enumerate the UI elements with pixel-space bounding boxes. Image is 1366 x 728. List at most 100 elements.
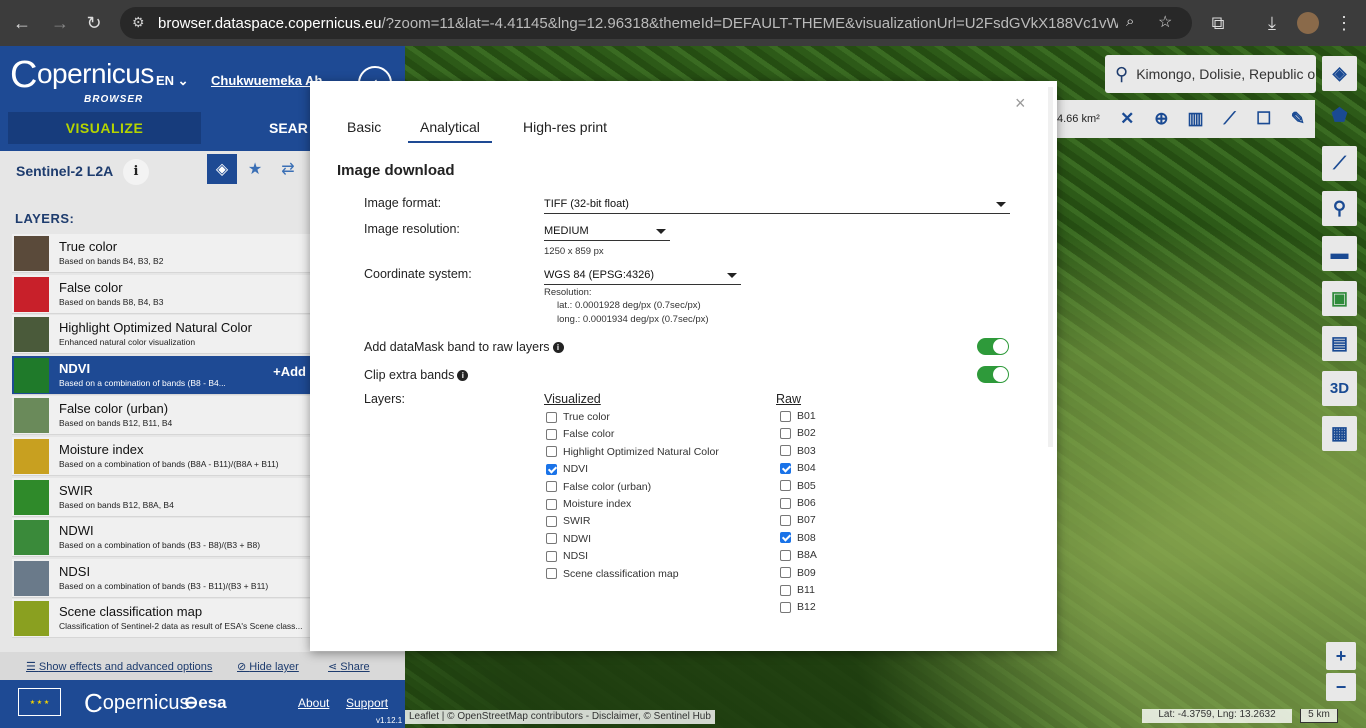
checkbox[interactable]	[780, 532, 791, 544]
back-icon[interactable]: ←	[10, 11, 34, 35]
ruler-icon[interactable]: ▬	[1322, 236, 1357, 271]
checkbox[interactable]	[546, 568, 557, 580]
marker-icon[interactable]: ⚲	[1322, 191, 1357, 226]
clear-icon[interactable]: ✕	[1110, 109, 1144, 129]
share-link[interactable]: ⋖ Share	[328, 660, 370, 673]
checkbox[interactable]	[780, 497, 791, 509]
language-select[interactable]: EN ⌄	[156, 73, 189, 89]
image-resolution-select[interactable]: MEDIUM	[544, 223, 670, 241]
tab-analytical[interactable]: Analytical	[408, 119, 492, 143]
zoom-out-button[interactable]: −	[1326, 673, 1356, 701]
checkbox[interactable]	[546, 515, 557, 527]
effects-link[interactable]: ☰ Show effects and advanced options	[26, 660, 212, 673]
modal-scrollbar[interactable]	[1048, 87, 1053, 447]
checkbox[interactable]	[546, 428, 557, 440]
coordinate-system-select[interactable]: WGS 84 (EPSG:4326)	[544, 267, 741, 285]
raw-checkbox[interactable]: B8A	[780, 549, 817, 561]
image-download-icon[interactable]: ▣	[1322, 281, 1357, 316]
layers-view-button[interactable]: ◈	[207, 154, 237, 184]
checkbox[interactable]	[780, 567, 791, 579]
visualized-checkbox[interactable]: False color (urban)	[546, 481, 651, 493]
visualized-checkbox[interactable]: Moisture index	[546, 498, 631, 510]
raw-checkbox[interactable]: B04	[780, 462, 816, 474]
line-measure-icon[interactable]: ⟋	[1322, 146, 1357, 181]
visualized-checkbox[interactable]: True color	[546, 411, 610, 423]
raw-checkbox[interactable]: B01	[780, 410, 816, 422]
extensions-icon[interactable]: ⧉	[1206, 11, 1230, 35]
bookmark-star-icon[interactable]: ☆	[1158, 12, 1172, 32]
checkbox[interactable]	[780, 584, 791, 596]
close-icon[interactable]: ×	[1015, 93, 1026, 114]
checkbox[interactable]	[546, 411, 557, 423]
visualized-checkbox[interactable]: NDWI	[546, 533, 591, 545]
raw-checkbox[interactable]: B11	[780, 584, 815, 596]
dataset-info-icon[interactable]: i	[123, 159, 149, 185]
raw-checkbox[interactable]: B12	[780, 601, 816, 613]
profile-avatar[interactable]	[1297, 12, 1319, 34]
statistics-icon[interactable]: ▦	[1322, 416, 1357, 451]
image-format-select[interactable]: TIFF (32-bit float)	[544, 196, 1010, 214]
checkbox[interactable]	[780, 601, 791, 613]
checkbox[interactable]	[780, 549, 791, 561]
crosshair-icon[interactable]: ⊕	[1144, 109, 1178, 129]
site-settings-icon[interactable]: ⚙	[132, 14, 145, 31]
layer-item[interactable]: NDSI Based on a combination of bands (B3 …	[12, 558, 310, 598]
zoom-icon[interactable]: ⌕	[1126, 13, 1134, 30]
raw-checkbox[interactable]: B07	[780, 514, 816, 526]
layers-toggle-icon[interactable]: ◈	[1322, 56, 1357, 91]
clip-extra-bands-toggle[interactable]	[977, 366, 1009, 383]
search-input[interactable]: Kimongo, Dolisie, Republic o	[1136, 66, 1315, 82]
checkbox[interactable]	[780, 462, 791, 474]
tab-high-res-print[interactable]: High-res print	[523, 119, 607, 135]
add-layer-button[interactable]: +Add	[273, 364, 306, 379]
visualized-checkbox[interactable]: NDVI	[546, 463, 588, 475]
raw-checkbox[interactable]: B09	[780, 567, 816, 579]
visualized-checkbox[interactable]: SWIR	[546, 515, 590, 527]
raw-checkbox[interactable]: B06	[780, 497, 816, 509]
checkbox[interactable]	[780, 445, 791, 457]
layer-item[interactable]: False color (urban) Based on bands B12, B…	[12, 396, 310, 436]
3d-button[interactable]: 3D	[1322, 371, 1357, 406]
pins-star-icon[interactable]: ★	[240, 154, 270, 184]
layer-item[interactable]: Highlight Optimized Natural Color Enhance…	[12, 315, 310, 355]
layer-item[interactable]: NDVI Based on a combination of bands (B8 …	[12, 355, 310, 395]
menu-kebab-icon[interactable]: ⋮	[1332, 11, 1356, 35]
reload-icon[interactable]: ↻	[82, 11, 106, 35]
rectangle-icon[interactable]: ☐	[1247, 109, 1281, 129]
checkbox[interactable]	[780, 427, 791, 439]
location-search[interactable]: ⚲ Kimongo, Dolisie, Republic o	[1105, 55, 1316, 93]
raw-checkbox[interactable]: B03	[780, 445, 816, 457]
visualized-checkbox[interactable]: False color	[546, 428, 614, 440]
download-icon[interactable]: ⤓	[1260, 11, 1284, 35]
checkbox[interactable]	[546, 463, 557, 475]
checkbox[interactable]	[780, 514, 791, 526]
histogram-icon[interactable]: ▥	[1178, 109, 1212, 129]
checkbox[interactable]	[546, 533, 557, 545]
forward-icon[interactable]: →	[48, 11, 72, 35]
layer-item[interactable]: Scene classification map Classification o…	[12, 599, 310, 639]
tab-search[interactable]: SEAR	[269, 120, 308, 136]
support-link[interactable]: Support	[346, 696, 388, 710]
timeseries-icon[interactable]: ⟋	[1213, 109, 1247, 129]
timelapse-icon[interactable]: ▤	[1322, 326, 1357, 361]
visualized-checkbox[interactable]: Highlight Optimized Natural Color	[546, 446, 719, 458]
visualized-checkbox[interactable]: NDSI	[546, 550, 588, 562]
checkbox[interactable]	[546, 446, 557, 458]
layer-item[interactable]: False color Based on bands B8, B4, B3	[12, 274, 310, 314]
tab-basic[interactable]: Basic	[347, 119, 381, 135]
polygon-icon[interactable]: ⬟	[1322, 98, 1357, 133]
datamask-toggle[interactable]	[977, 338, 1009, 355]
layer-item[interactable]: NDWI Based on a combination of bands (B3 …	[12, 518, 310, 558]
about-link[interactable]: About	[298, 696, 329, 710]
layer-item[interactable]: Moisture index Based on a combination of …	[12, 437, 310, 476]
checkbox[interactable]	[780, 480, 791, 492]
layer-item[interactable]: True color Based on bands B4, B3, B2	[12, 234, 310, 273]
checkbox[interactable]	[546, 550, 557, 562]
visualized-checkbox[interactable]: Scene classification map	[546, 568, 679, 580]
tab-visualize[interactable]: VISUALIZE	[8, 112, 201, 144]
compare-icon[interactable]: ⇄	[273, 154, 303, 184]
raw-checkbox[interactable]: B02	[780, 427, 816, 439]
hide-layer-link[interactable]: ⊘ Hide layer	[237, 660, 299, 673]
raw-checkbox[interactable]: B05	[780, 480, 816, 492]
raw-checkbox[interactable]: B08	[780, 532, 816, 544]
